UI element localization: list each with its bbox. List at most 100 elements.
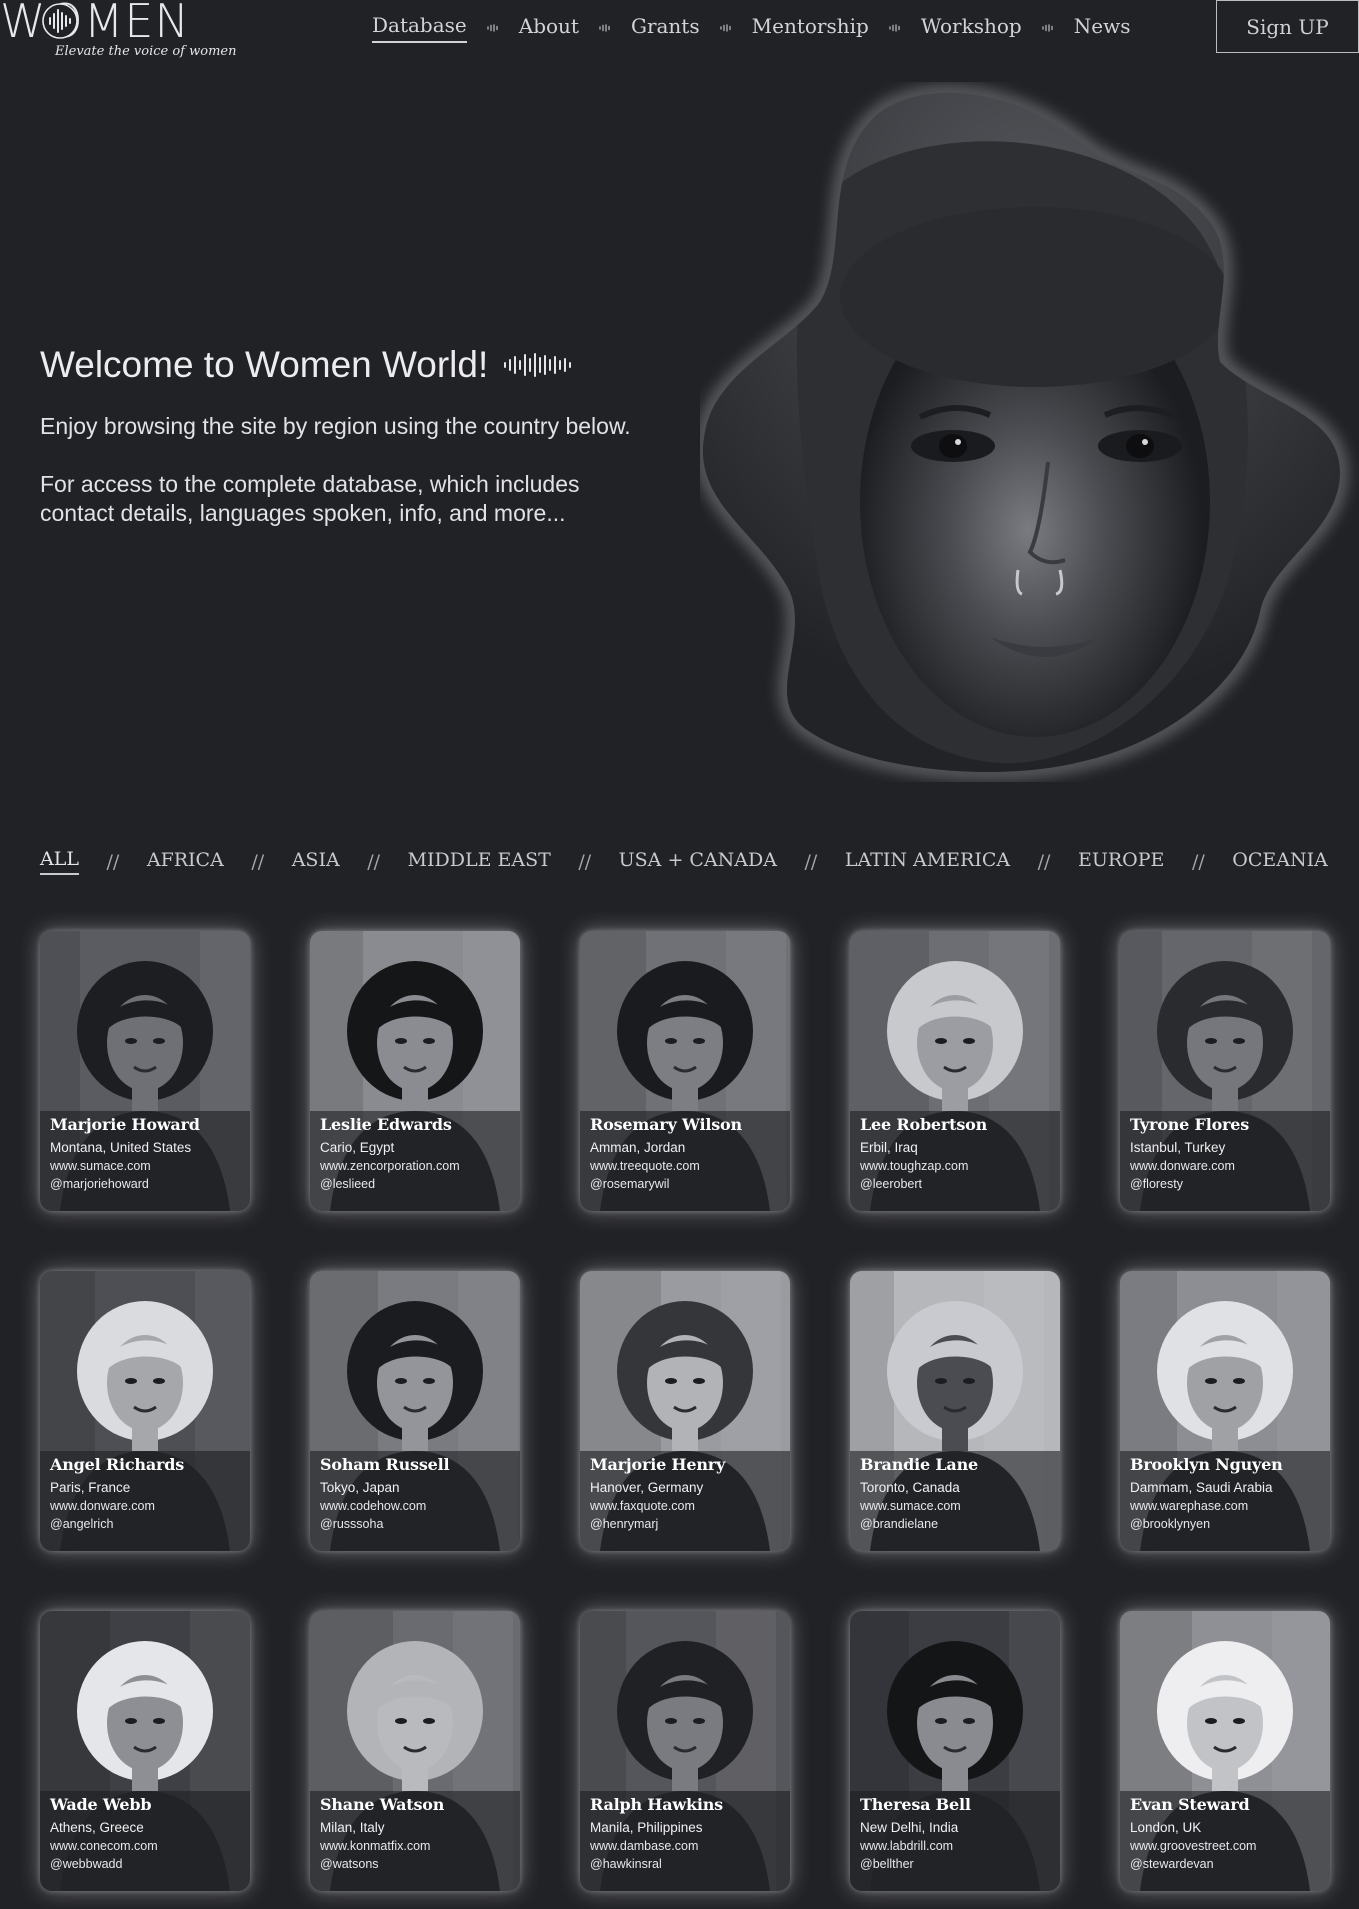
profile-handle[interactable]: @marjoriehoward [50,1177,240,1191]
profile-info-panel: Lee Robertson Erbil, Iraq www.toughzap.com… [850,1111,1060,1211]
profile-info-panel: Wade Webb Athens, Greece www.conecom.com @w… [40,1791,250,1891]
profile-handle[interactable]: @hawkinsral [590,1857,780,1871]
profile-card[interactable]: Marjorie Henry Hanover, Germany www.faxquo… [580,1271,790,1551]
profile-location: Paris, France [50,1480,131,1495]
hero-portrait-image [700,87,1346,777]
profile-card[interactable]: Ralph Hawkins Manila, Philippines www.damb… [580,1611,790,1891]
profile-website[interactable]: www.sumace.com [860,1499,1050,1513]
profile-handle[interactable]: @brooklynyen [1130,1517,1320,1531]
profile-handle[interactable]: @watsons [320,1857,510,1871]
profile-info-panel: Marjorie Henry Hanover, Germany www.faxquo… [580,1451,790,1551]
profile-website[interactable]: www.dambase.com [590,1839,780,1853]
signup-button[interactable]: Sign UP [1216,0,1359,53]
logo-wordmark: WOMEN [0,0,190,48]
profile-handle[interactable]: @webbwadd [50,1857,240,1871]
region-tab-latin-america[interactable]: LATIN AMERICA [845,849,1010,874]
nav-separator-icon [869,22,921,34]
region-filter: ALL // AFRICA // ASIA // MIDDLE EAST // USA + CA… [40,848,1328,875]
nav-item-news[interactable]: News [1074,14,1131,42]
profile-card[interactable]: Angel Richards Paris, France www.donware.c… [40,1271,250,1551]
profile-card[interactable]: Lee Robertson Erbil, Iraq www.toughzap.com… [850,931,1060,1211]
region-separator: // [804,850,818,873]
profile-card[interactable]: Brandie Lane Toronto, Canada www.sumace.co… [850,1271,1060,1551]
profile-info-panel: Evan Steward London, UK www.groovestreet.c… [1120,1791,1330,1891]
nav-item-grants[interactable]: Grants [631,14,700,42]
profile-name: Theresa Bell [860,1795,971,1814]
profile-location: Montana, United States [50,1140,192,1155]
profile-handle[interactable]: @stewardevan [1130,1857,1320,1871]
hero-access-text: For access to the complete database, whi… [40,471,580,526]
region-tab-africa[interactable]: AFRICA [147,849,224,874]
profile-location: Athens, Greece [50,1820,144,1835]
profile-name: Evan Steward [1130,1795,1250,1814]
profile-website[interactable]: www.sumace.com [50,1159,240,1173]
profile-website[interactable]: www.codehow.com [320,1499,510,1513]
profile-name: Rosemary Wilson [590,1115,742,1134]
profile-handle[interactable]: @bellther [860,1857,1050,1871]
profile-location: Toronto, Canada [860,1480,960,1495]
region-separator: // [106,850,120,873]
region-separator: // [367,850,381,873]
profile-website[interactable]: www.donware.com [1130,1159,1320,1173]
profile-website[interactable]: www.labdrill.com [860,1839,1050,1853]
profile-info-panel: Shane Watson Milan, Italy www.konmatfix.co… [310,1791,520,1891]
profile-info-panel: Ralph Hawkins Manila, Philippines www.damb… [580,1791,790,1891]
nav-item-mentorship[interactable]: Mentorship [752,14,869,42]
nav-separator-icon [467,22,519,34]
profile-handle[interactable]: @henrymarj [590,1517,780,1531]
nav-item-about[interactable]: About [519,14,579,42]
profile-handle[interactable]: @rosemarywil [590,1177,780,1191]
profile-card[interactable]: Leslie Edwards Cario, Egypt www.zencorpora… [310,931,520,1211]
profile-card[interactable]: Tyrone Flores Istanbul, Turkey www.donware… [1120,931,1330,1211]
profile-website[interactable]: www.konmatfix.com [320,1839,510,1853]
profile-location: Tokyo, Japan [320,1480,400,1495]
region-tab-asia[interactable]: ASIA [292,849,340,874]
profile-handle[interactable]: @angelrich [50,1517,240,1531]
profile-name: Ralph Hawkins [590,1795,723,1814]
region-tab-oceania[interactable]: OCEANIA [1232,849,1328,874]
profile-card[interactable]: Theresa Bell New Delhi, India www.labdrill… [850,1611,1060,1891]
profile-info-panel: Brandie Lane Toronto, Canada www.sumace.co… [850,1451,1060,1551]
site-logo[interactable]: WOMEN Elevate the voice of women [0,0,250,64]
region-tab-middle-east[interactable]: MIDDLE EAST [408,849,551,874]
profile-website[interactable]: www.faxquote.com [590,1499,780,1513]
profile-handle[interactable]: @russsoha [320,1517,510,1531]
profile-card[interactable]: Shane Watson Milan, Italy www.konmatfix.co… [310,1611,520,1891]
profile-card[interactable]: Brooklyn Nguyen Dammam, Saudi Arabia www.w… [1120,1271,1330,1551]
region-separator: // [1037,850,1051,873]
hero-intro-text: Enjoy browsing the site by region using … [40,413,631,439]
profile-website[interactable]: www.groovestreet.com [1130,1839,1320,1853]
profile-card[interactable]: Rosemary Wilson Amman, Jordan www.treequot… [580,931,790,1211]
profile-location: Dammam, Saudi Arabia [1130,1480,1273,1495]
profile-name: Marjorie Howard [50,1115,200,1134]
region-tab-all[interactable]: ALL [40,848,79,875]
profile-handle[interactable]: @leslieed [320,1177,510,1191]
profile-website[interactable]: www.zencorporation.com [320,1159,510,1173]
profile-handle[interactable]: @brandielane [860,1517,1050,1531]
profile-card[interactable]: Evan Steward London, UK www.groovestreet.c… [1120,1611,1330,1891]
profile-info-panel: Marjorie Howard Montana, United States www… [40,1111,250,1211]
profile-website[interactable]: www.warephase.com [1130,1499,1320,1513]
region-tab-usa-canada[interactable]: USA + CANADA [619,849,777,874]
profile-handle[interactable]: @leerobert [860,1177,1050,1191]
profile-info-panel: Tyrone Flores Istanbul, Turkey www.donware… [1120,1111,1330,1211]
profile-card[interactable]: Soham Russell Tokyo, Japan www.codehow.com… [310,1271,520,1551]
profile-info-panel: Rosemary Wilson Amman, Jordan www.treequot… [580,1111,790,1211]
profile-website[interactable]: www.treequote.com [590,1159,780,1173]
profile-info-panel: Theresa Bell New Delhi, India www.labdrill… [850,1791,1060,1891]
region-tab-europe[interactable]: EUROPE [1078,849,1164,874]
nav-item-database[interactable]: Database [372,13,467,43]
profile-info-panel: Soham Russell Tokyo, Japan www.codehow.com… [310,1451,520,1551]
profile-location: Istanbul, Turkey [1130,1140,1226,1155]
profile-name: Angel Richards [50,1455,185,1474]
profile-website[interactable]: www.toughzap.com [860,1159,1050,1173]
profile-card[interactable]: Wade Webb Athens, Greece www.conecom.com @w… [40,1611,250,1891]
main-nav: Database About Grants Mentorship Workshop New… [372,12,1130,44]
profile-card[interactable]: Marjorie Howard Montana, United States www… [40,931,250,1211]
region-separator: // [251,850,265,873]
nav-item-workshop[interactable]: Workshop [921,14,1022,42]
profile-website[interactable]: www.conecom.com [50,1839,240,1853]
profile-handle[interactable]: @floresty [1130,1177,1320,1191]
profile-website[interactable]: www.donware.com [50,1499,240,1513]
logo-tagline: Elevate the voice of women [55,44,237,59]
